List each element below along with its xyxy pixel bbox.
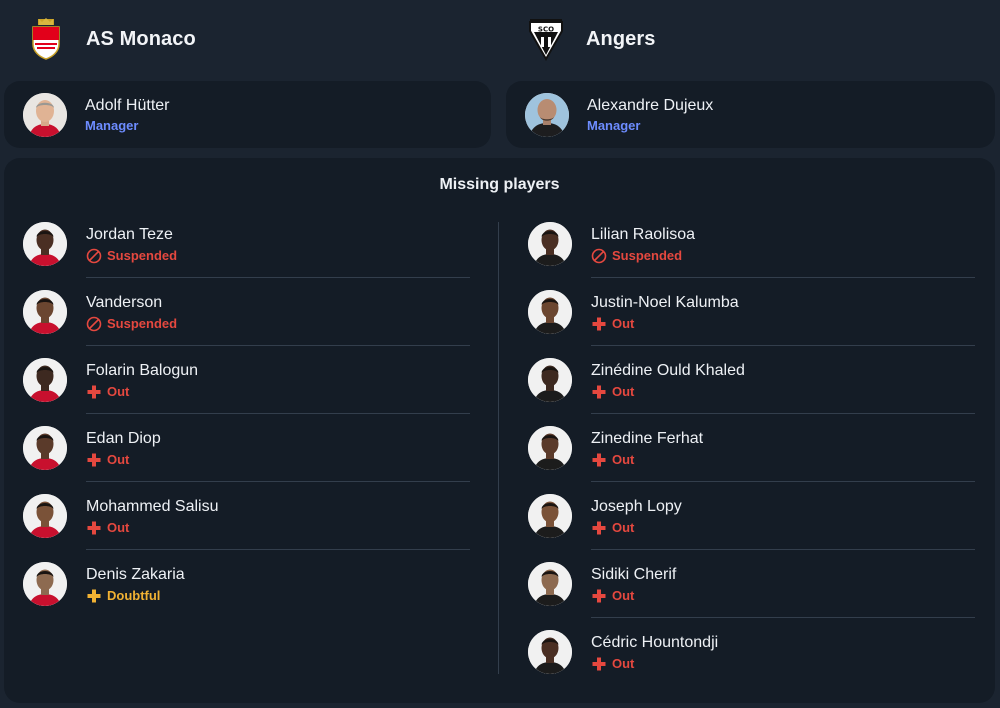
home-team-header[interactable]: AS Monaco [26, 16, 196, 62]
player-avatar [23, 222, 67, 266]
column-divider [498, 222, 499, 674]
player-name: Zinédine Ould Khaled [591, 361, 745, 379]
player-row[interactable]: Denis Zakaria Doubtful [22, 550, 488, 618]
player-row[interactable]: Jordan Teze Suspended [22, 210, 488, 278]
player-row[interactable]: Cédric Hountondji Out [527, 618, 993, 686]
player-avatar [23, 426, 67, 470]
manager-name: Alexandre Dujeux [587, 96, 714, 114]
player-status-label: Out [612, 519, 635, 535]
player-name: Jordan Teze [86, 225, 173, 243]
player-status-label: Out [612, 383, 635, 399]
manager-role: Manager [587, 117, 641, 133]
player-status-label: Out [612, 655, 635, 671]
injury-cross-icon [592, 521, 606, 534]
suspended-icon [86, 316, 102, 331]
player-status-label: Out [612, 451, 635, 467]
home-team-name: AS Monaco [86, 27, 196, 50]
player-row[interactable]: Zinédine Ould Khaled Out [527, 346, 993, 414]
manager-avatar [525, 92, 569, 137]
player-name: Edan Diop [86, 429, 161, 447]
injury-cross-icon [592, 385, 606, 398]
player-status: Out [591, 520, 682, 536]
player-status: Out [591, 452, 703, 468]
teams-header: AS Monaco SCO Angers [0, 0, 1000, 78]
player-status-label: Suspended [107, 247, 178, 263]
as-monaco-crest-icon [26, 16, 66, 62]
injury-cross-icon [592, 317, 606, 330]
player-status-label: Suspended [612, 247, 683, 263]
home-manager-card[interactable]: Adolf Hütter Manager [4, 81, 491, 148]
player-avatar [23, 562, 67, 606]
player-name: Justin-Noel Kalumba [591, 293, 739, 311]
player-status: Out [591, 588, 676, 604]
player-status-label: Out [612, 587, 635, 603]
player-avatar [528, 562, 572, 606]
player-row[interactable]: Zinedine Ferhat Out [527, 414, 993, 482]
injury-cross-icon [592, 589, 606, 602]
player-status: Suspended [86, 248, 177, 264]
player-name: Sidiki Cherif [591, 565, 677, 583]
away-team-header[interactable]: SCO Angers [526, 16, 656, 62]
player-row[interactable]: Lilian Raolisoa Suspended [527, 210, 993, 278]
player-row[interactable]: Mohammed Salisu Out [22, 482, 488, 550]
injury-cross-icon [87, 521, 101, 534]
manager-name: Adolf Hütter [85, 96, 170, 114]
away-team-name: Angers [586, 27, 656, 50]
missing-players-panel: Missing players Jordan Teze Suspended Vand… [4, 158, 995, 703]
player-row[interactable]: Folarin Balogun Out [22, 346, 488, 414]
svg-text:SCO: SCO [538, 26, 554, 34]
player-status: Out [591, 384, 745, 400]
player-row[interactable]: Joseph Lopy Out [527, 482, 993, 550]
injury-cross-icon [592, 453, 606, 466]
player-avatar [528, 222, 572, 266]
injury-cross-icon [87, 453, 101, 466]
player-status-label: Out [612, 315, 635, 331]
player-status: Out [591, 316, 739, 332]
player-avatar [528, 630, 572, 674]
player-status-label: Out [107, 383, 130, 399]
player-name: Cédric Hountondji [591, 633, 719, 651]
player-avatar [528, 426, 572, 470]
player-status: Out [86, 452, 161, 468]
home-missing-list: Jordan Teze Suspended Vanderson Suspended Fo… [22, 210, 488, 618]
player-avatar [23, 494, 67, 538]
player-status: Out [86, 520, 219, 536]
suspended-icon [591, 248, 607, 263]
injury-cross-icon [592, 657, 606, 670]
player-status-label: Out [107, 451, 130, 467]
missing-players-title: Missing players [439, 176, 560, 193]
player-name: Folarin Balogun [86, 361, 199, 379]
player-status: Out [86, 384, 198, 400]
manager-avatar [23, 92, 67, 137]
player-row[interactable]: Sidiki Cherif Out [527, 550, 993, 618]
player-avatar [528, 358, 572, 402]
angers-sco-crest-icon: SCO [526, 16, 566, 62]
player-row[interactable]: Vanderson Suspended [22, 278, 488, 346]
away-missing-list: Lilian Raolisoa Suspended Justin-Noel Kalu… [527, 210, 993, 686]
player-name: Zinedine Ferhat [591, 429, 704, 447]
player-avatar [528, 494, 572, 538]
manager-role: Manager [85, 117, 139, 133]
player-status: Out [591, 656, 718, 672]
player-name: Lilian Raolisoa [591, 225, 696, 243]
player-row[interactable]: Justin-Noel Kalumba Out [527, 278, 993, 346]
player-avatar [23, 290, 67, 334]
player-status: Suspended [86, 316, 177, 332]
player-status: Doubtful [86, 588, 185, 604]
player-status-label: Suspended [107, 315, 178, 331]
injury-cross-icon [87, 589, 101, 602]
player-avatar [528, 290, 572, 334]
player-name: Joseph Lopy [591, 497, 682, 515]
player-avatar [23, 358, 67, 402]
player-status-label: Out [107, 519, 130, 535]
player-name: Denis Zakaria [86, 565, 185, 583]
player-status: Suspended [591, 248, 695, 264]
suspended-icon [86, 248, 102, 263]
player-name: Vanderson [86, 293, 163, 311]
player-status-label: Doubtful [107, 587, 161, 603]
player-name: Mohammed Salisu [86, 497, 219, 515]
player-row[interactable]: Edan Diop Out [22, 414, 488, 482]
injury-cross-icon [87, 385, 101, 398]
away-manager-card[interactable]: Alexandre Dujeux Manager [506, 81, 995, 148]
